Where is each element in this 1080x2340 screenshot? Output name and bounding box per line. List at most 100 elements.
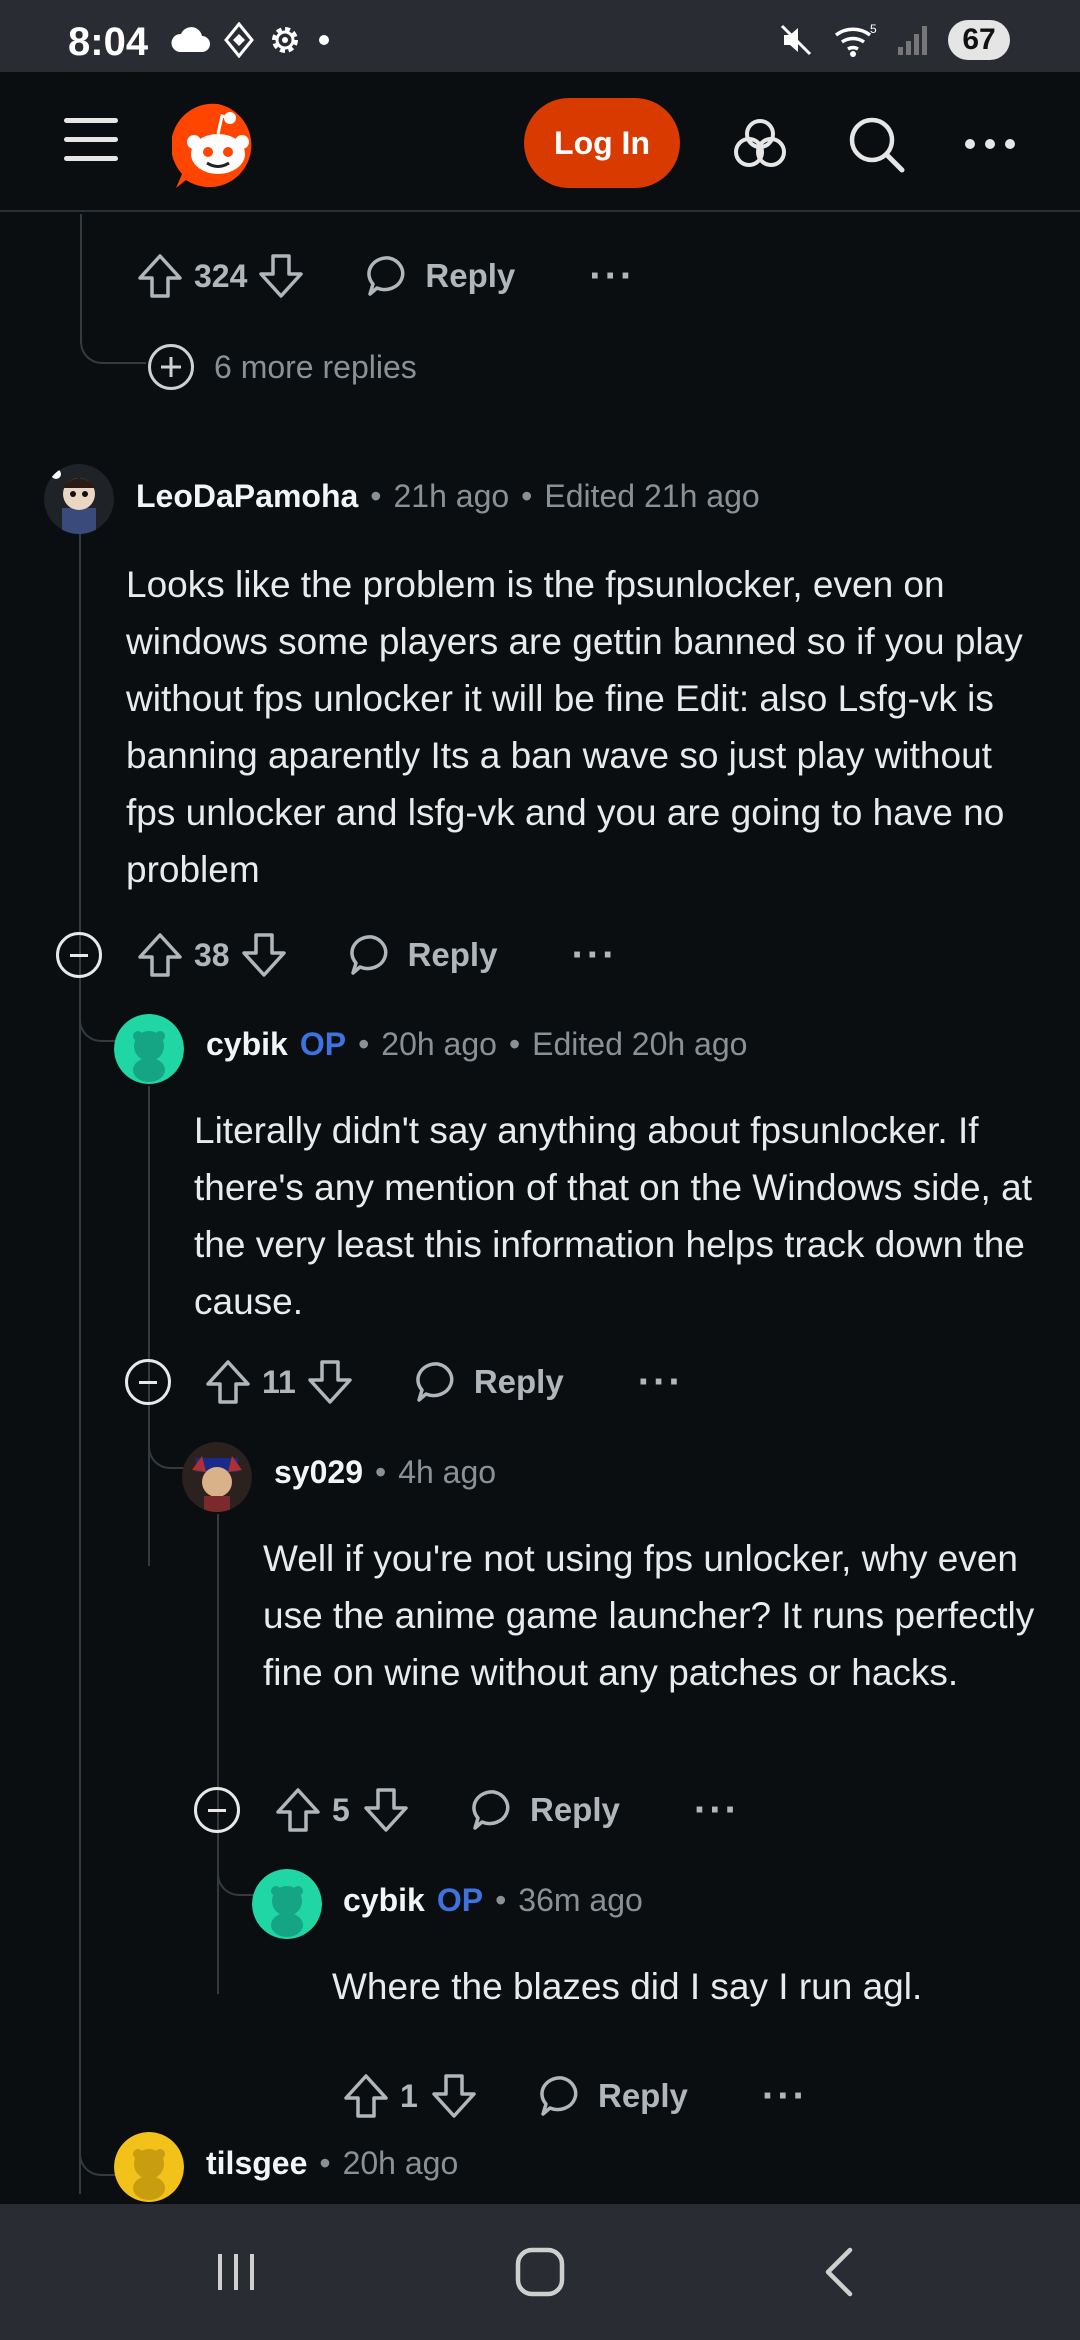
back-icon[interactable] [810,2240,874,2304]
comment-actions: 1 Reply ··· [340,2066,808,2126]
app-bar: Log In [0,72,1080,212]
avatar[interactable] [182,1442,252,1512]
avatar[interactable] [114,2132,184,2202]
collapse-thread-button[interactable] [56,932,102,978]
downvote-icon[interactable] [255,250,307,302]
downvote-icon[interactable] [360,1784,412,1836]
vote-group: 38 [134,929,290,981]
search-icon[interactable] [844,112,908,176]
more-replies-label: 6 more replies [214,348,417,385]
status-time: 8:04 [68,20,149,64]
gear-icon [272,27,298,53]
reply-button[interactable]: Reply [470,1786,620,1834]
comment-header: cybik OP • 20h ago • Edited 20h ago [206,1026,747,1063]
vote-group: 1 [340,2070,480,2122]
comment-more-button[interactable]: ··· [694,1788,740,1833]
upvote-icon[interactable] [340,2070,392,2122]
upvote-icon[interactable] [134,250,186,302]
downvote-icon[interactable] [428,2070,480,2122]
reddit-logo[interactable] [172,100,264,192]
wifi-icon: 5 [834,23,877,57]
username[interactable]: LeoDaPamoha [136,478,358,515]
comment-time: 36m ago [518,1882,643,1918]
vote-count: 38 [194,936,230,973]
reply-label: Reply [407,936,498,973]
expand-icon [148,344,194,390]
reply-icon [349,935,388,975]
recent-apps-icon[interactable] [204,2240,268,2304]
separator-dot: • [358,1026,370,1062]
status-icons-left [170,22,332,58]
username[interactable]: cybik [206,1026,288,1063]
comment-time: 20h ago [342,2145,459,2181]
mute-icon [780,24,812,56]
comment-actions: 11 Reply ··· [202,1352,684,1412]
upvote-icon[interactable] [134,929,186,981]
reply-button[interactable]: Reply [365,252,515,300]
collapse-thread-button[interactable] [194,1787,240,1833]
pods-icon[interactable] [728,112,792,176]
vote-count: 5 [332,1791,350,1828]
prev-comment-actions: 324 Reply ··· [134,246,635,306]
reply-label: Reply [530,1791,620,1828]
comment-more-button[interactable]: ··· [589,254,635,299]
more-replies-link[interactable]: 6 more replies [148,344,417,390]
op-badge: OP [436,1882,484,1918]
comment-actions: 5 Reply ··· [272,1780,740,1840]
reply-button[interactable]: Reply [414,1358,564,1406]
downvote-icon[interactable] [238,929,290,981]
cloud-icon [171,27,210,52]
dot-icon [319,35,329,45]
edited-label: Edited 21h ago [544,478,760,514]
comment-body: Where the blazes did I say I run agl. [332,1966,923,2007]
reply-label: Reply [473,1363,564,1400]
login-button[interactable]: Log In [524,98,680,188]
more-icon[interactable] [958,112,1022,176]
battery-indicator: 67 [948,20,1010,60]
avatar[interactable] [44,464,114,534]
menu-icon[interactable] [64,118,118,162]
comment-time: 21h ago [393,478,510,514]
comment-header: sy029 • 4h ago [274,1454,496,1491]
reply-icon [540,2076,578,2116]
upvote-icon[interactable] [202,1356,254,1408]
comment-body: Well if you're not using fps unlocker, w… [263,1538,1035,1693]
username[interactable]: sy029 [274,1454,363,1491]
username[interactable]: cybik [343,1882,425,1919]
collapse-thread-button[interactable] [125,1359,171,1405]
separator-dot: • [495,1882,507,1918]
comment-more-button[interactable]: ··· [638,1360,684,1405]
reply-label: Reply [425,257,516,294]
comment-header: LeoDaPamoha • 21h ago • Edited 21h ago [136,478,760,515]
op-badge: OP [299,1026,347,1062]
separator-dot: • [370,478,382,514]
separator-dot: • [374,1454,387,1490]
vote-group: 5 [272,1784,412,1836]
svg-text:5: 5 [870,23,877,36]
reply-button[interactable]: Reply [538,2072,688,2120]
upvote-icon[interactable] [272,1784,324,1836]
status-icons-right: 5 67 [778,20,1010,60]
comment-time: 20h ago [381,1026,497,1062]
avatar[interactable] [252,1869,322,1939]
comment-more-button[interactable]: ··· [571,933,617,978]
status-bar: 8:04 5 67 [0,0,1080,72]
reply-icon [472,1790,510,1830]
separator-dot: • [521,478,533,514]
comment-feed[interactable]: 324 Reply ··· 6 more replies LeoDaPamoha… [0,214,1080,2204]
comment-body: Literally didn't say anything about fpsu… [194,1110,1032,1322]
comment-header: cybik OP • 36m ago [343,1882,643,1919]
comment-time: 4h ago [398,1454,497,1490]
comment-more-button[interactable]: ··· [762,2074,808,2119]
signal-icon [898,26,927,55]
vote-count: 11 [262,1363,296,1400]
separator-dot: • [508,1026,521,1062]
downvote-icon[interactable] [304,1356,356,1408]
reply-label: Reply [598,2077,688,2114]
username[interactable]: tilsgee [206,2145,307,2182]
comment-actions: 38 Reply ··· [134,925,617,985]
home-icon[interactable] [508,2240,572,2304]
reply-button[interactable]: Reply [348,931,498,979]
avatar[interactable] [114,1014,184,1084]
reply-icon [416,1362,454,1402]
